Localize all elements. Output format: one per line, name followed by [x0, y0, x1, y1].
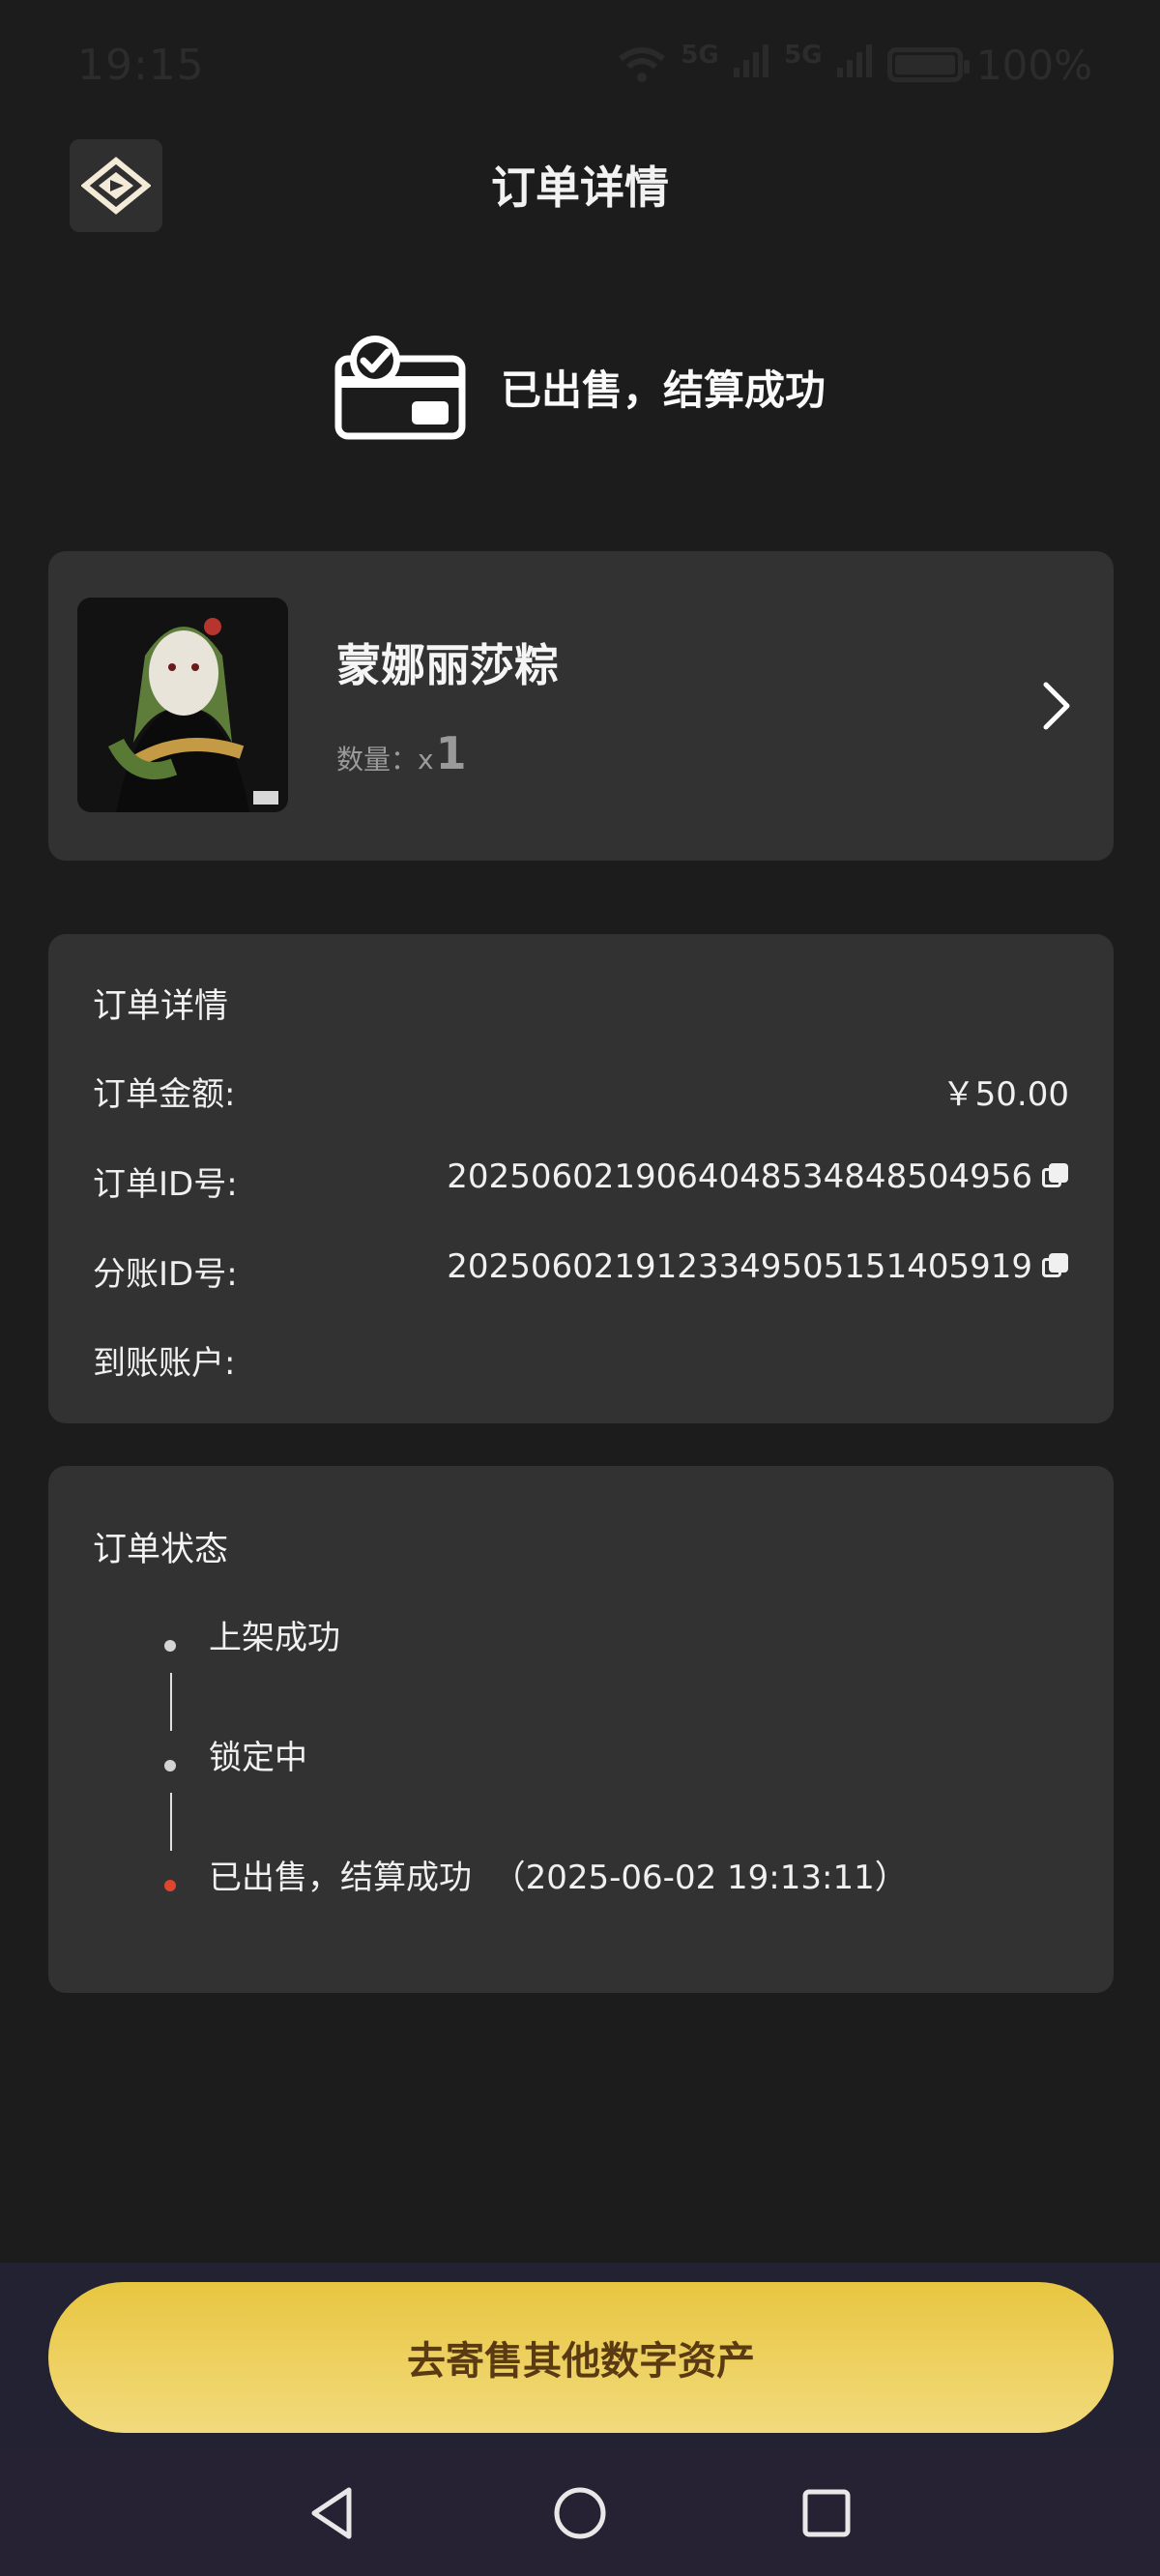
system-navigation-bar — [0, 2450, 1160, 2576]
page-title: 订单详情 — [491, 161, 669, 214]
order-state-title: 订单状态 — [93, 1531, 229, 1569]
battery-icon — [886, 47, 970, 82]
amount-label: 订单金额: — [93, 1075, 236, 1114]
signal-bars-icon — [836, 44, 872, 77]
status-icons: 5G 5G 100% — [617, 41, 1092, 89]
order-id-value: 2025060219064048534848504956 — [447, 1157, 1069, 1196]
wifi-icon — [619, 47, 666, 82]
chevron-right-icon[interactable] — [1036, 677, 1075, 735]
product-card[interactable]: 蒙娜丽莎粽 数量：x 1 — [48, 551, 1114, 861]
order-detail-card: 订单详情 订单金额: ￥50.00 订单ID号: 202506021906404… — [48, 934, 1114, 1423]
copy-icon[interactable] — [1042, 1163, 1069, 1190]
split-id-label: 分账ID号: — [93, 1255, 238, 1294]
consign-other-assets-button[interactable]: 去寄售其他数字资产 — [48, 2282, 1114, 2433]
sale-status-banner: 已出售，结算成功 — [0, 329, 1160, 445]
product-name: 蒙娜丽莎粽 — [336, 639, 559, 691]
order-state-card: 订单状态 上架成功 锁定中 已出售，结算成功 （2025-06-02 19:13… — [48, 1466, 1114, 1993]
copy-icon[interactable] — [1042, 1253, 1069, 1280]
product-thumbnail — [77, 598, 288, 812]
back-triangle-icon — [311, 2487, 352, 2539]
sale-status-text: 已出售，结算成功 — [500, 366, 826, 414]
timeline-dot — [164, 1640, 176, 1652]
signal-5g-icon: 5G — [681, 41, 770, 89]
timeline-dot — [164, 1760, 176, 1771]
split-id-value: 2025060219123349505151405919 — [447, 1247, 1069, 1286]
recents-square-icon — [802, 2489, 851, 2537]
order-detail-title: 订单详情 — [93, 987, 229, 1026]
timeline-dot-active — [164, 1880, 176, 1891]
amount-value: ￥50.00 — [942, 1068, 1069, 1115]
product-quantity: 数量：x 1 — [336, 727, 467, 779]
quantity-label: 数量：x — [336, 744, 434, 776]
timeline-connector — [170, 1673, 172, 1731]
order-id-label: 订单ID号: — [93, 1165, 238, 1204]
account-label: 到账账户: — [93, 1344, 236, 1383]
timeline-step-locked: 锁定中 — [209, 1739, 307, 1777]
signal-bars-icon — [734, 44, 769, 77]
signal-5g-icon-2: 5G — [784, 41, 874, 89]
order-id-text: 2025060219064048534848504956 — [447, 1157, 1032, 1196]
back-nav-button[interactable] — [300, 2479, 367, 2547]
status-bar: 19:15 5G 5G 100% — [0, 0, 1160, 135]
status-time: 19:15 — [77, 41, 205, 90]
amount-text: ￥50.00 — [942, 1075, 1069, 1114]
timeline-connector — [170, 1793, 172, 1851]
timeline-step-listed: 上架成功 — [209, 1619, 340, 1657]
timeline-step-sold: 已出售，结算成功 （2025-06-02 19:13:11） — [209, 1859, 908, 1897]
card-check-icon — [334, 336, 466, 440]
split-id-text: 2025060219123349505151405919 — [447, 1247, 1032, 1286]
battery-level: 100% — [975, 41, 1092, 89]
recents-nav-button[interactable] — [793, 2479, 860, 2547]
home-nav-button[interactable] — [546, 2479, 614, 2547]
quantity-value: 1 — [435, 727, 467, 779]
home-circle-icon — [554, 2487, 606, 2539]
